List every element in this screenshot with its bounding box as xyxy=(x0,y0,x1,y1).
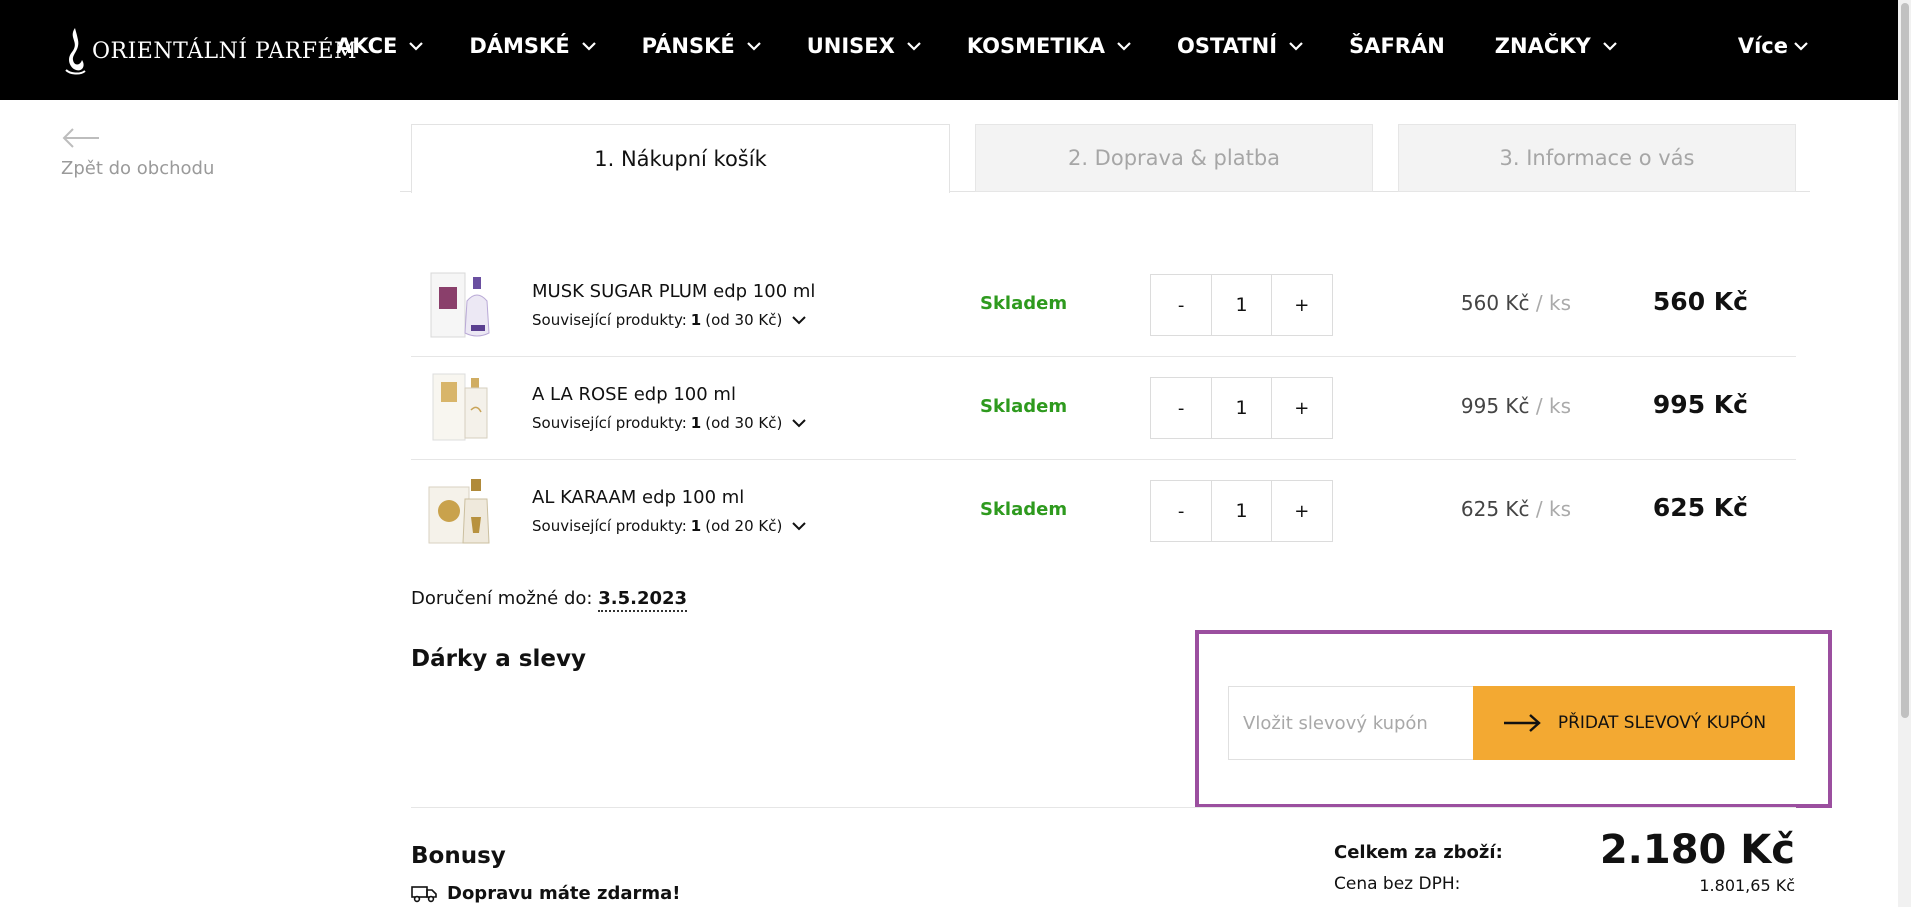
scrollbar-thumb[interactable] xyxy=(1901,3,1909,718)
decrease-button[interactable]: - xyxy=(1151,378,1211,438)
quantity-value[interactable]: 1 xyxy=(1211,275,1272,335)
tab-customer-info[interactable]: 3. Informace o vás xyxy=(1398,124,1796,192)
add-coupon-button[interactable]: PŘIDAT SLEVOVÝ KUPÓN xyxy=(1473,686,1795,760)
scrollbar[interactable] xyxy=(1898,0,1911,907)
stock-status: Skladem xyxy=(980,396,1068,417)
chevron-down-icon xyxy=(792,521,807,530)
section-divider xyxy=(411,807,1796,808)
arrow-right-icon xyxy=(1503,714,1541,732)
unit-price: 625 Kč / ks xyxy=(1460,497,1571,521)
chevron-down-icon xyxy=(1289,41,1303,51)
related-products-toggle[interactable]: Související produkty: 1 (od 30 Kč) xyxy=(532,311,807,329)
cart-item-row: AL KARAAM edp 100 ml Související produkt… xyxy=(411,459,1796,562)
arrow-left-icon xyxy=(62,128,99,148)
total-value: 2.180 Kč xyxy=(1599,827,1795,873)
quantity-stepper: - 1 + xyxy=(1150,377,1333,439)
line-total: 560 Kč xyxy=(1652,287,1748,316)
product-name[interactable]: A LA ROSE edp 100 ml xyxy=(532,384,736,405)
tab-cart[interactable]: 1. Nákupní košík xyxy=(411,124,950,193)
quantity-stepper: - 1 + xyxy=(1150,480,1333,542)
nav-item-kosmetika[interactable]: KOSMETIKA xyxy=(967,34,1131,58)
decrease-button[interactable]: - xyxy=(1151,275,1211,335)
chevron-down-icon xyxy=(1602,41,1617,51)
decrease-button[interactable]: - xyxy=(1151,481,1211,541)
logo[interactable]: ORIENTÁLNÍ PARFÉM xyxy=(60,26,357,76)
chevron-down-icon xyxy=(792,315,807,324)
chevron-down-icon xyxy=(792,418,807,427)
chevron-down-icon xyxy=(1117,41,1131,51)
unit-price: 995 Kč / ks xyxy=(1460,394,1571,418)
quantity-stepper: - 1 + xyxy=(1150,274,1333,336)
total-label: Celkem za zboží: xyxy=(1334,842,1503,863)
nav-item-safran[interactable]: ŠAFRÁN xyxy=(1349,34,1445,58)
chevron-down-icon xyxy=(746,41,761,51)
back-label: Zpět do obchodu xyxy=(61,158,215,179)
product-image[interactable] xyxy=(425,370,503,446)
logo-text: ORIENTÁLNÍ PARFÉM xyxy=(92,38,358,64)
flame-logo-icon xyxy=(65,28,86,75)
line-total: 625 Kč xyxy=(1652,493,1748,522)
related-products-toggle[interactable]: Související produkty: 1 (od 20 Kč) xyxy=(532,517,807,535)
tab-shipping-payment[interactable]: 2. Doprava & platba xyxy=(975,124,1373,192)
free-shipping-note: Dopravu máte zdarma! xyxy=(411,883,681,904)
line-total: 995 Kč xyxy=(1652,390,1748,419)
chevron-down-icon xyxy=(907,41,921,51)
product-image[interactable] xyxy=(425,473,503,549)
nav-item-znacky[interactable]: ZNAČKY xyxy=(1495,34,1617,58)
site-header: ORIENTÁLNÍ PARFÉM AKCE DÁMSKÉ PÁNSKÉ UNI… xyxy=(0,0,1898,100)
nav-item-panske[interactable]: PÁNSKÉ xyxy=(642,34,761,58)
price-without-vat-value: 1.801,65 Kč xyxy=(1699,876,1795,895)
bonus-title: Bonusy xyxy=(411,843,506,869)
increase-button[interactable]: + xyxy=(1272,378,1332,438)
main-nav: AKCE DÁMSKÉ PÁNSKÉ UNISEX KOSMETIKA OSTA… xyxy=(336,34,1617,58)
delivery-estimate: Doručení možné do: 3.5.2023 xyxy=(411,588,688,612)
product-image[interactable] xyxy=(425,267,503,343)
product-name[interactable]: MUSK SUGAR PLUM edp 100 ml xyxy=(532,281,815,302)
stock-status: Skladem xyxy=(980,499,1068,520)
nav-item-damske[interactable]: DÁMSKÉ xyxy=(469,34,596,58)
unit-price: 560 Kč / ks xyxy=(1460,291,1571,315)
coupon-input[interactable] xyxy=(1228,686,1474,760)
cart-item-row: A LA ROSE edp 100 ml Související produkt… xyxy=(411,356,1796,459)
gifts-discounts-title: Dárky a slevy xyxy=(411,646,586,672)
nav-item-akce[interactable]: AKCE xyxy=(336,34,424,58)
nav-more[interactable]: Více xyxy=(1738,34,1808,58)
quantity-value[interactable]: 1 xyxy=(1211,378,1272,438)
related-products-toggle[interactable]: Související produkty: 1 (od 30 Kč) xyxy=(532,414,807,432)
price-without-vat-label: Cena bez DPH: xyxy=(1334,874,1461,894)
increase-button[interactable]: + xyxy=(1272,481,1332,541)
nav-item-unisex[interactable]: UNISEX xyxy=(807,34,921,58)
product-name[interactable]: AL KARAAM edp 100 ml xyxy=(532,487,744,508)
cart-item-row: MUSK SUGAR PLUM edp 100 ml Související p… xyxy=(411,253,1796,356)
back-to-shop-link[interactable]: Zpět do obchodu xyxy=(61,126,214,179)
truck-icon xyxy=(411,885,437,902)
stock-status: Skladem xyxy=(980,293,1068,314)
delivery-date[interactable]: 3.5.2023 xyxy=(598,588,688,612)
nav-item-ostatni[interactable]: OSTATNÍ xyxy=(1177,34,1303,58)
chevron-down-icon xyxy=(581,41,596,51)
increase-button[interactable]: + xyxy=(1272,275,1332,335)
quantity-value[interactable]: 1 xyxy=(1211,481,1272,541)
chevron-down-icon xyxy=(1794,41,1808,51)
chevron-down-icon xyxy=(409,41,424,51)
